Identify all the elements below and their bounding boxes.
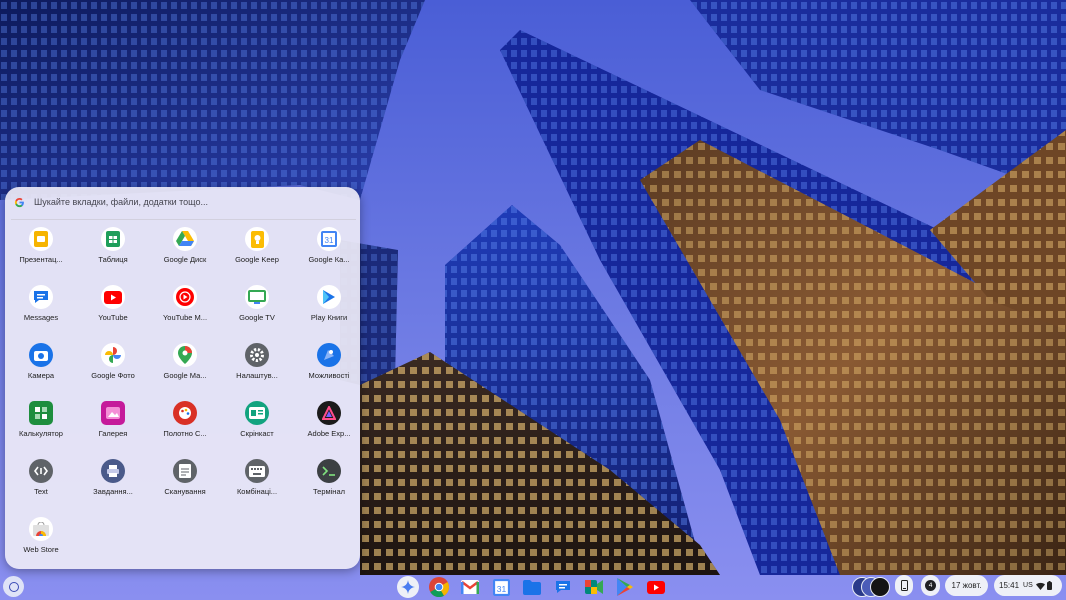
files-icon xyxy=(523,579,541,595)
screencast-icon xyxy=(245,401,269,425)
gmail-icon xyxy=(461,580,479,594)
google-slides-icon xyxy=(29,227,53,251)
app-adobe-express[interactable]: Adobe Exp... xyxy=(294,401,360,451)
app-terminal[interactable]: Термінал xyxy=(294,459,360,509)
app-launcher: Презентац... Таблиця Google Диск Google … xyxy=(5,187,360,569)
google-calendar-icon: 31 xyxy=(317,227,341,251)
google-drive-icon xyxy=(173,227,197,251)
system-tray[interactable]: 15:41 US xyxy=(994,575,1062,596)
app-google-drive[interactable]: Google Диск xyxy=(150,227,220,277)
phone-icon xyxy=(900,580,908,591)
app-canvas[interactable]: Полотно С... xyxy=(150,401,220,451)
settings-icon xyxy=(245,343,269,367)
google-meet-icon xyxy=(585,580,603,594)
app-google-maps[interactable]: Google Ма... xyxy=(150,343,220,393)
shelf-gmail[interactable] xyxy=(459,576,481,598)
google-photos-icon xyxy=(101,343,125,367)
chrome-icon xyxy=(429,577,449,597)
svg-text:31: 31 xyxy=(325,236,334,245)
adobe-express-icon xyxy=(317,401,341,425)
date-label: 17 жовт. xyxy=(951,581,982,590)
phone-hub-button[interactable] xyxy=(895,575,913,596)
google-keep-icon xyxy=(245,227,269,251)
app-screencast[interactable]: Скрінкаст xyxy=(222,401,292,451)
print-jobs-icon xyxy=(101,459,125,483)
app-messages[interactable]: Messages xyxy=(6,285,76,335)
pinned-apps: 31 xyxy=(397,576,667,598)
app-youtube-music[interactable]: YouTube M... xyxy=(150,285,220,335)
shelf: 31 4 17 жовт. 15:41 US xyxy=(0,573,1066,600)
search-divider xyxy=(11,219,356,220)
keyboard-shortcuts-icon xyxy=(245,459,269,483)
battery-icon xyxy=(1046,581,1052,590)
app-google-keep[interactable]: Google Keep xyxy=(222,227,292,277)
shelf-messages[interactable] xyxy=(552,576,574,598)
app-play-books[interactable]: Play Книги xyxy=(294,285,360,335)
shelf-google-meet[interactable] xyxy=(583,576,605,598)
app-print-jobs[interactable]: Завдання... xyxy=(78,459,148,509)
app-google-calendar[interactable]: 31 Google Ка... xyxy=(294,227,360,277)
launcher-circle-icon xyxy=(8,581,19,592)
app-youtube[interactable]: YouTube xyxy=(78,285,148,335)
explore-icon xyxy=(317,343,341,367)
notification-count-badge: 4 xyxy=(925,580,936,591)
app-keyboard-shortcuts[interactable]: Комбінаці... xyxy=(222,459,292,509)
shelf-google-calendar[interactable]: 31 xyxy=(490,576,512,598)
app-text[interactable]: Text xyxy=(6,459,76,509)
shelf-chrome[interactable] xyxy=(428,576,450,598)
app-settings[interactable]: Налаштув... xyxy=(222,343,292,393)
youtube-music-icon xyxy=(173,285,197,309)
shelf-files[interactable] xyxy=(521,576,543,598)
wifi-icon xyxy=(1035,582,1045,590)
gemini-icon xyxy=(401,580,415,594)
gallery-icon xyxy=(101,401,125,425)
youtube-icon xyxy=(647,580,665,594)
app-web-store[interactable]: Web Store xyxy=(6,517,76,567)
app-explore[interactable]: Можливості xyxy=(294,343,360,393)
web-store-icon xyxy=(29,517,53,541)
avatar xyxy=(870,577,890,597)
messages-icon xyxy=(556,581,570,593)
messages-icon xyxy=(29,285,53,309)
terminal-icon xyxy=(317,459,341,483)
app-scan[interactable]: Сканування xyxy=(150,459,220,509)
google-maps-icon xyxy=(173,343,197,367)
clock-label: 15:41 xyxy=(999,581,1020,590)
shelf-youtube[interactable] xyxy=(645,576,667,598)
camera-icon xyxy=(29,343,53,367)
app-google-slides[interactable]: Презентац... xyxy=(6,227,76,277)
input-method-label: US xyxy=(1023,582,1033,589)
notification-counter[interactable]: 4 xyxy=(921,575,940,596)
launcher-button[interactable] xyxy=(3,576,24,597)
text-editor-icon xyxy=(29,459,53,483)
scan-icon xyxy=(173,459,197,483)
svg-text:31: 31 xyxy=(496,583,506,593)
play-books-icon xyxy=(317,285,341,309)
shelf-play-store[interactable] xyxy=(614,576,636,598)
launcher-search-input[interactable] xyxy=(34,195,334,209)
app-camera[interactable]: Камера xyxy=(6,343,76,393)
app-google-tv[interactable]: Google TV xyxy=(222,285,292,335)
shelf-gemini[interactable] xyxy=(397,576,419,598)
account-avatars[interactable] xyxy=(852,575,890,598)
date-tray[interactable]: 17 жовт. xyxy=(945,575,988,596)
youtube-icon xyxy=(101,285,125,309)
app-google-sheets[interactable]: Таблиця xyxy=(78,227,148,277)
google-tv-icon xyxy=(245,285,269,309)
app-calculator[interactable]: Калькулятор xyxy=(6,401,76,451)
google-g-icon xyxy=(14,197,24,208)
google-sheets-icon xyxy=(101,227,125,251)
play-store-icon xyxy=(617,578,633,596)
app-gallery[interactable]: Галерея xyxy=(78,401,148,451)
google-calendar-icon: 31 xyxy=(492,578,510,596)
app-google-photos[interactable]: Google Фото xyxy=(78,343,148,393)
calculator-icon xyxy=(29,401,53,425)
canvas-icon xyxy=(173,401,197,425)
launcher-search-bar[interactable] xyxy=(5,187,360,218)
